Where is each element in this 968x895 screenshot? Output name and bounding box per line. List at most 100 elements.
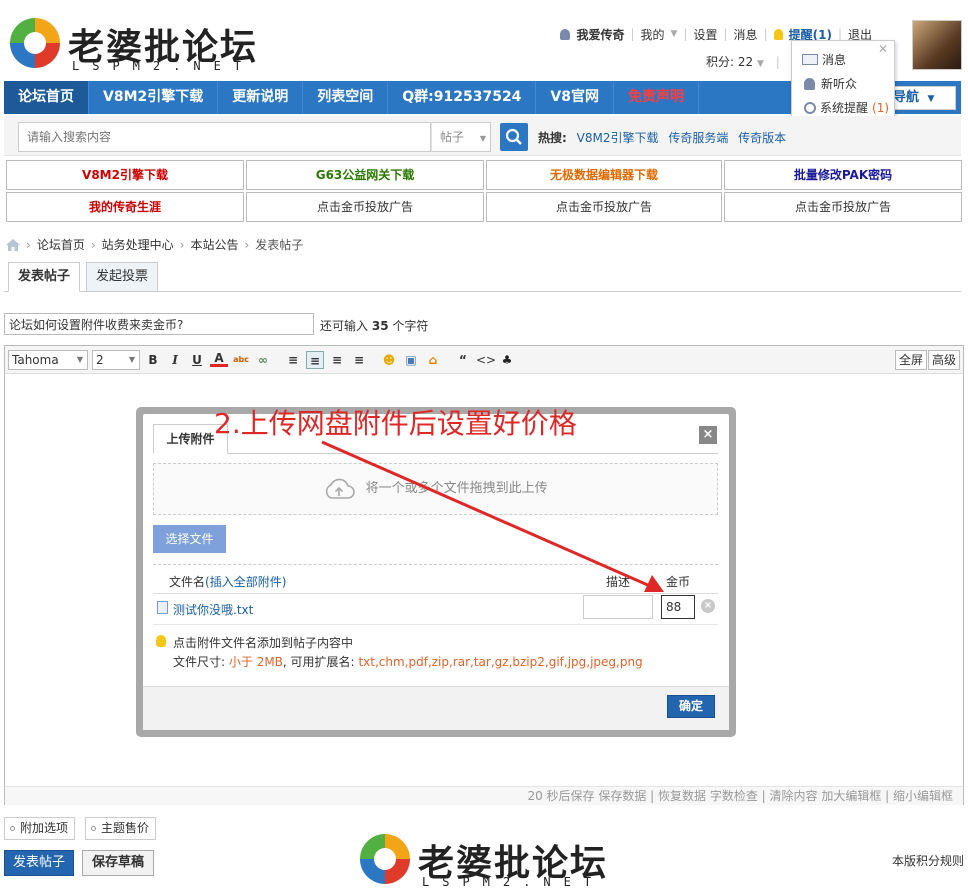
breadcrumb: › 论坛首页 › 站务处理中心 › 本站公告 › 发表帖子	[6, 236, 303, 253]
dialog-footer	[143, 686, 729, 730]
extra-options-button[interactable]: 附加选项	[4, 817, 76, 840]
italic-icon[interactable]: I	[166, 351, 184, 369]
advanced-button[interactable]: 高级	[928, 350, 961, 370]
upload-dropzone[interactable]: 将一个或多个文件拖拽到此上传	[153, 463, 718, 515]
ad-link[interactable]: 批量修改PAK密码	[724, 160, 962, 190]
chevron-down-icon: ▼	[670, 29, 678, 39]
popup-item-system[interactable]: 系统提醒 (1)	[804, 99, 889, 116]
system-count: (1)	[872, 100, 890, 115]
attachment-icon[interactable]: ⌂	[424, 351, 442, 369]
column-description: 描述	[606, 575, 631, 589]
upload-dialog	[143, 414, 729, 730]
tab-poll[interactable]: 发起投票	[86, 262, 159, 292]
popup-item-followers[interactable]: 新听众	[804, 75, 857, 92]
publish-button[interactable]: 发表帖子	[4, 850, 74, 876]
ad-link[interactable]: G63公益网关下载	[246, 160, 484, 190]
code-icon[interactable]: <>	[476, 351, 496, 369]
logo-subtitle: LSPM2.NET	[72, 59, 255, 73]
save-draft-button[interactable]: 保存草稿	[82, 850, 154, 876]
search-button[interactable]	[500, 123, 528, 151]
popup-item-label: 系统提醒	[820, 101, 869, 115]
tip-insert: 点击附件文件名添加到帖子内容中	[173, 636, 354, 650]
text-color-icon[interactable]: A	[210, 351, 228, 367]
delete-attachment-icon[interactable]: ×	[701, 599, 715, 613]
nav-item-list[interactable]: 列表空间	[303, 81, 389, 114]
editor-toolbar: Tahoma ▼ 2 ▼ B I U A abc ∞ ≡ ≡ ≡ ≡ ☻ ▣ ⌂…	[5, 346, 963, 374]
ad-link[interactable]: 点击金币投放广告	[246, 192, 484, 222]
nav-item-qq[interactable]: Q群:912537524	[388, 81, 537, 114]
highlight-icon[interactable]: abc	[232, 351, 250, 369]
ad-link[interactable]: 点击金币投放广告	[486, 192, 722, 222]
username-link[interactable]: 我爱传奇	[576, 26, 624, 43]
smiley-icon[interactable]: ☻	[380, 351, 398, 369]
editor-status-bar[interactable]: 20 秒后保存 保存数据 | 恢复数据 字数检查 | 清除内容 加大编辑框 | …	[5, 786, 963, 805]
popup-item-label: 新听众	[821, 77, 858, 91]
credit-rules-link[interactable]: 本版积分规则	[892, 852, 964, 869]
align-center-icon[interactable]: ≡	[306, 351, 324, 369]
nav-dropdown-label: 导航	[893, 90, 920, 105]
avatar[interactable]	[912, 20, 962, 70]
align-left-icon[interactable]: ≡	[284, 351, 302, 369]
messages-link[interactable]: 消息	[734, 26, 758, 43]
insert-all-link[interactable]: 插入全部附件	[210, 575, 282, 589]
dropzone-label: 将一个或多个文件拖拽到此上传	[365, 481, 548, 496]
popup-item-label: 消息	[822, 53, 847, 67]
link-icon[interactable]: ∞	[254, 351, 272, 369]
hot-link[interactable]: 传奇服务端	[668, 131, 728, 145]
hot-searches: 热搜: V8M2引擎下载 传奇服务端 传奇版本	[538, 129, 792, 146]
ad-link[interactable]: 我的传奇生涯	[6, 192, 244, 222]
nav-item-disclaimer[interactable]: 免责声明	[614, 81, 699, 114]
my-menu[interactable]: 我的	[641, 26, 665, 43]
nav-item-official[interactable]: V8官网	[536, 81, 614, 114]
ad-link[interactable]: 点击金币投放广告	[724, 192, 962, 222]
dialog-tab-divider	[153, 453, 718, 454]
hint-suffix: 个字符	[392, 319, 429, 333]
popup-close-icon[interactable]: ✕	[878, 42, 888, 56]
bulb-icon	[156, 635, 166, 647]
quote-icon[interactable]: “	[454, 351, 472, 369]
breadcrumb-item[interactable]: 本站公告	[190, 236, 238, 253]
hot-link[interactable]: V8M2引擎下载	[577, 131, 659, 145]
theme-sale-label: 主题售价	[101, 821, 150, 835]
settings-link[interactable]: 设置	[693, 26, 717, 43]
title-input[interactable]	[4, 313, 314, 335]
fullscreen-button[interactable]: 全屏	[895, 350, 928, 370]
nav-item-engine[interactable]: V8M2引擎下载	[89, 81, 219, 114]
ad-link[interactable]: V8M2引擎下载	[6, 160, 244, 190]
attachment-file-link[interactable]: 测试你没哦.txt	[173, 601, 253, 618]
annotation-text: 2.上传网盘附件后设置好价格	[214, 407, 577, 440]
divider	[153, 624, 718, 625]
tip-size-label: 文件尺寸:	[173, 655, 226, 669]
size-select[interactable]: 2 ▼	[92, 350, 140, 370]
qq-icon[interactable]: ♣	[498, 351, 516, 369]
justify-icon[interactable]: ≡	[350, 351, 368, 369]
search-type-select[interactable]: 帖子 ▼	[431, 122, 491, 152]
nav-item-updates[interactable]: 更新说明	[218, 81, 304, 114]
align-right-icon[interactable]: ≡	[328, 351, 346, 369]
underline-icon[interactable]: U	[188, 351, 206, 369]
popup-item-messages[interactable]: 消息	[802, 51, 846, 68]
tip-ext-label: , 可用扩展名:	[282, 655, 355, 669]
nav-item-home[interactable]: 论坛首页	[4, 81, 89, 114]
tab-post[interactable]: 发表帖子	[8, 262, 81, 292]
file-icon	[157, 601, 168, 614]
confirm-button[interactable]: 确定	[667, 695, 715, 718]
search-type-label: 帖子	[440, 130, 465, 144]
home-icon[interactable]	[6, 238, 20, 251]
nav-dropdown[interactable]: 导航 ▼	[886, 86, 956, 110]
credits-menu[interactable]: 积分: 22 ▼ |	[706, 53, 780, 70]
select-file-button[interactable]: 选择文件	[153, 525, 226, 553]
dialog-close-icon[interactable]: ×	[699, 426, 717, 444]
breadcrumb-item[interactable]: 论坛首页	[37, 236, 85, 253]
hot-link[interactable]: 传奇版本	[738, 131, 786, 145]
attachment-price-input[interactable]	[661, 595, 695, 619]
ad-link[interactable]: 无极数据编辑器下载	[486, 160, 722, 190]
search-input[interactable]	[18, 122, 431, 152]
attachment-description-input[interactable]	[583, 595, 653, 619]
bold-icon[interactable]: B	[144, 351, 162, 369]
font-select[interactable]: Tahoma ▼	[8, 350, 88, 370]
breadcrumb-item[interactable]: 站务处理中心	[102, 236, 174, 253]
site-logo[interactable]: 老婆批论坛 LSPM2.NET	[6, 12, 266, 76]
theme-sale-button[interactable]: 主题售价	[85, 817, 157, 840]
image-icon[interactable]: ▣	[402, 351, 420, 369]
